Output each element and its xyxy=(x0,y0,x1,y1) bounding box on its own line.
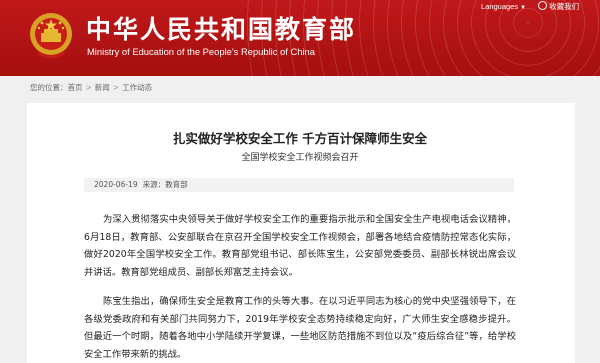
top-utility-bar: Languages ▼ 收藏我们 xyxy=(481,1,579,12)
breadcrumb-news[interactable]: 新闻 xyxy=(95,83,110,92)
breadcrumb-work-news[interactable]: 工作动态 xyxy=(122,83,152,92)
breadcrumb-separator-icon: > xyxy=(85,83,92,92)
site-header: 中华人民共和国教育部 Ministry of Education of the … xyxy=(0,0,600,76)
article-paragraph: 为深入贯彻落实中央领导关于做好学校安全工作的重要指示批示和全国安全生产电视电话会… xyxy=(84,214,516,278)
article-paragraph: 陈宝生指出，确保师生安全是教育工作的头等大事。在以习近平同志为核心的党中央坚强领… xyxy=(84,296,516,360)
breadcrumb-separator-icon: > xyxy=(112,83,120,92)
favorite-icon[interactable] xyxy=(538,1,548,10)
article-subtitle: 全国学校安全工作视频会召开 xyxy=(241,153,359,163)
article-date: 2020-06-19 xyxy=(94,180,138,189)
favorites-link[interactable]: 收藏我们 xyxy=(549,2,579,11)
languages-menu[interactable]: Languages xyxy=(481,2,518,11)
chevron-down-icon[interactable]: ▼ xyxy=(520,5,526,11)
article-meta: 2020-06-19 来源：教育部 xyxy=(84,178,514,192)
site-title-english: Ministry of Education of the People's Re… xyxy=(87,46,315,57)
breadcrumb-prefix: 您的位置： xyxy=(30,83,68,92)
breadcrumb: 您的位置：首页 > 新闻 > 工作动态 xyxy=(30,82,152,93)
national-emblem-icon xyxy=(30,13,72,59)
breadcrumb-home[interactable]: 首页 xyxy=(68,83,83,92)
article-source: 来源：教育部 xyxy=(142,180,188,189)
article-title: 扎实做好学校安全工作 千方百计保障师生安全 xyxy=(172,131,428,146)
site-title: 中华人民共和国教育部 xyxy=(86,15,357,44)
